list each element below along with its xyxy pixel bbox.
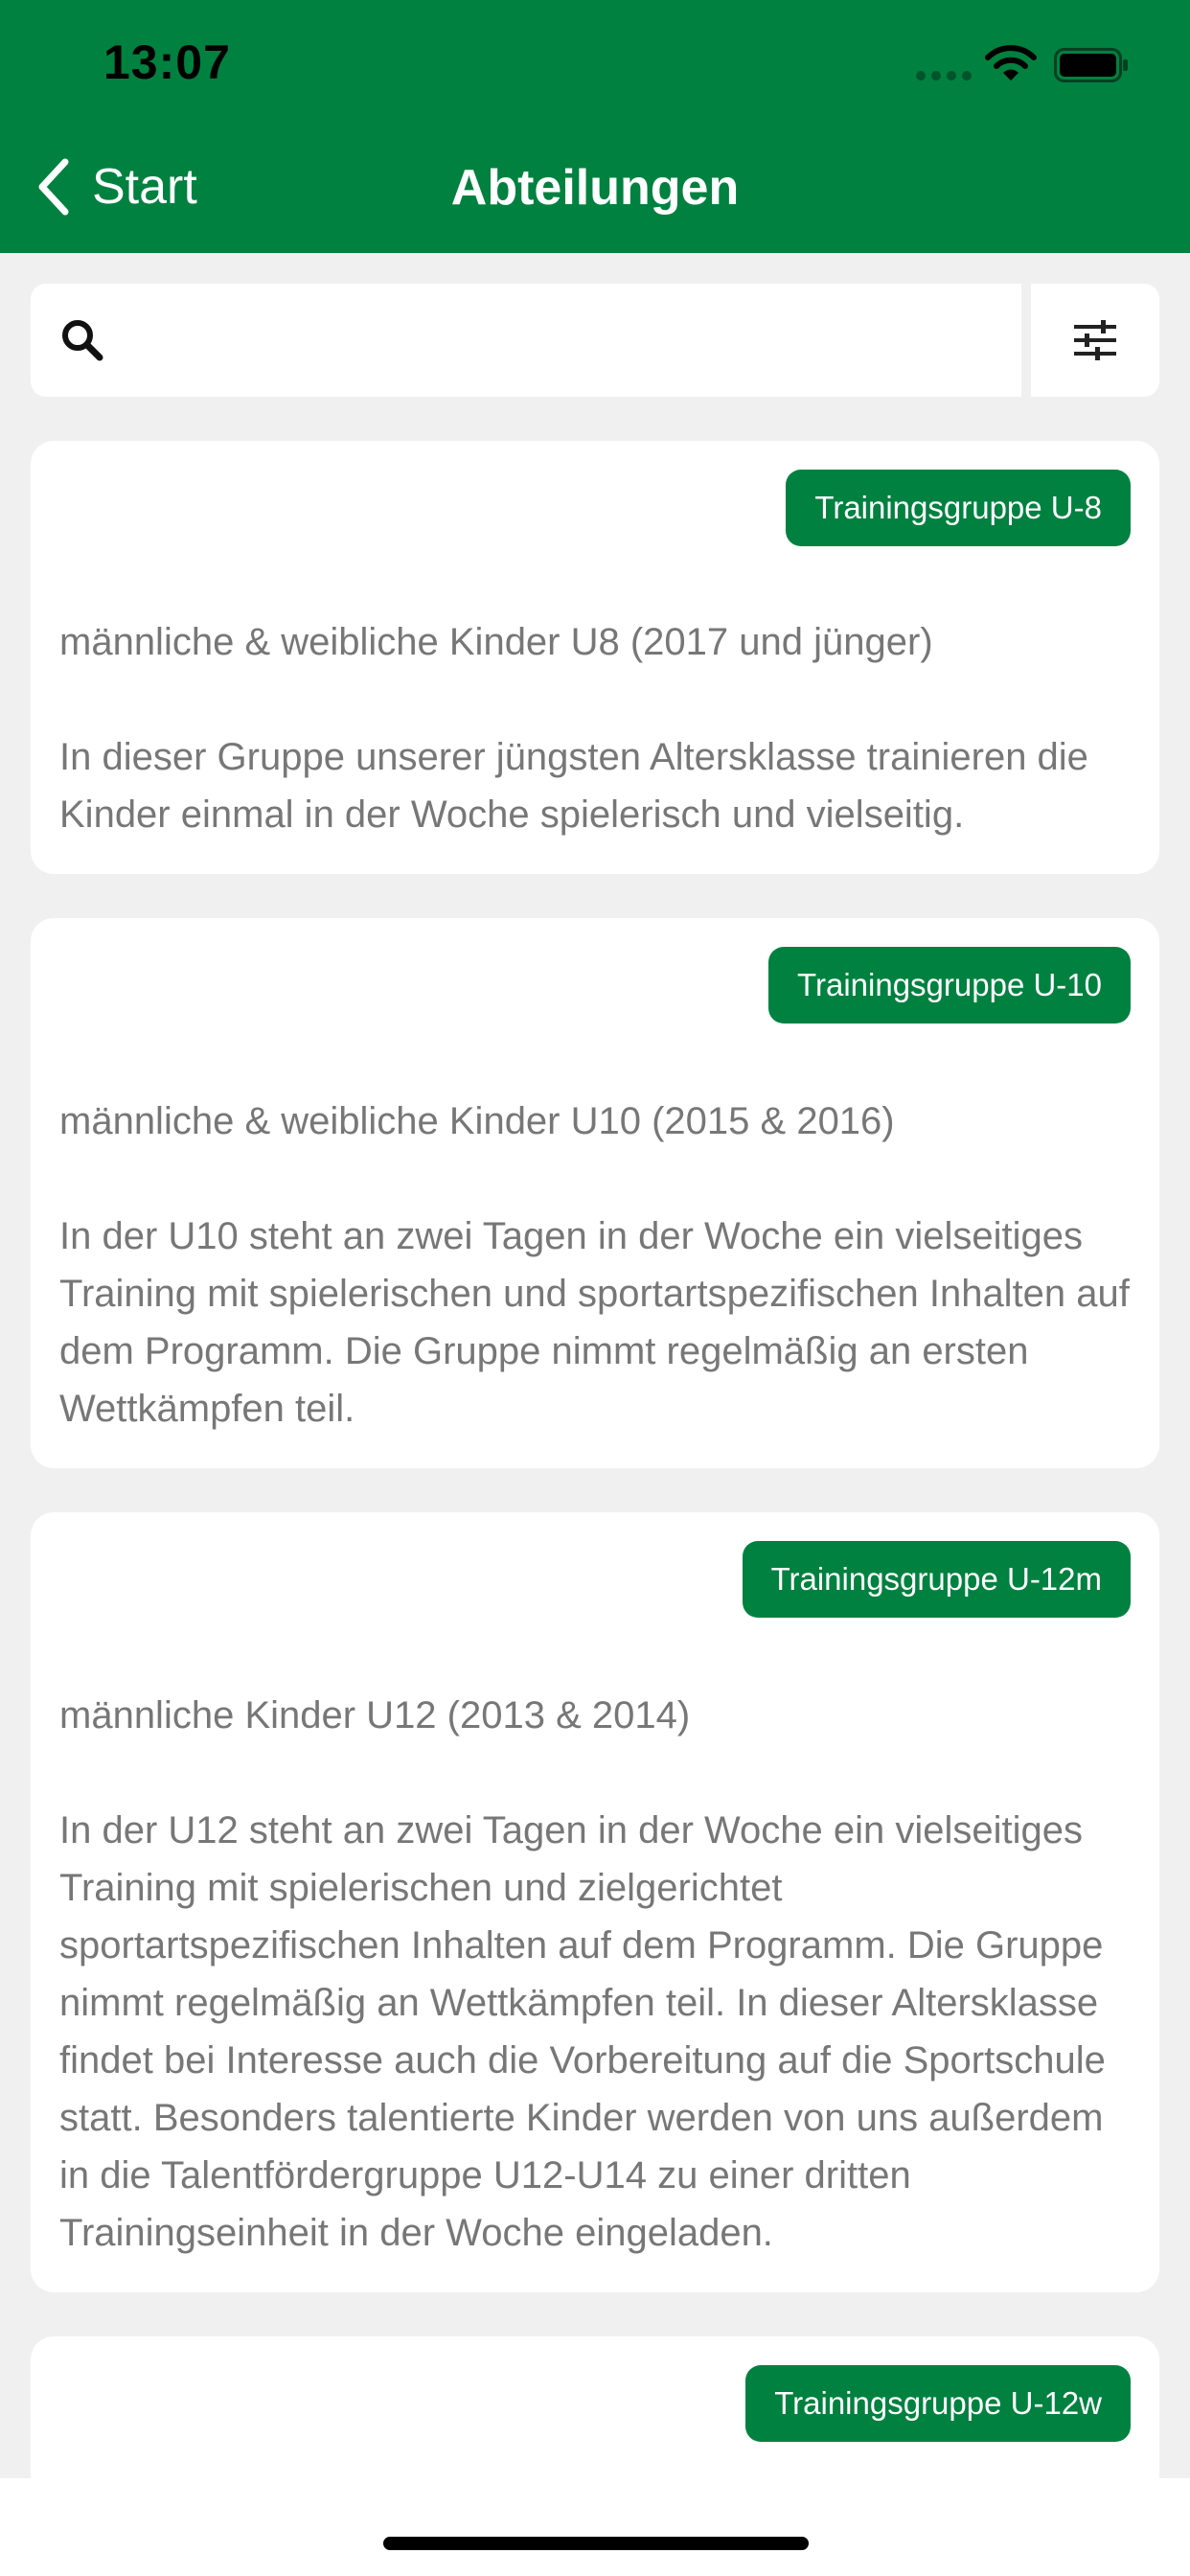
card-description: In der U10 steht an zwei Tagen in der Wo…	[59, 1215, 1130, 1430]
list-item[interactable]: Trainingsgruppe U-8 männliche & weiblich…	[31, 441, 1159, 874]
card-subtitle: männliche & weibliche Kinder U10 (2015 &…	[59, 1100, 895, 1142]
top-bar: 13:07 Start Abteilungen	[0, 0, 1190, 253]
search-input[interactable]	[105, 284, 1021, 397]
list-item[interactable]: Trainingsgruppe U-10 männliche & weiblic…	[31, 918, 1159, 1468]
card-description: In dieser Gruppe unserer jüngsten Alters…	[59, 736, 1088, 836]
search-bar	[31, 284, 1021, 397]
group-badge: Trainingsgruppe U-8	[786, 470, 1131, 546]
home-indicator[interactable]	[383, 2537, 809, 2550]
app-screen: 13:07 Start Abteilungen Trainingsgruppe …	[0, 0, 1190, 2576]
battery-icon	[1054, 48, 1128, 82]
list-item[interactable]: Trainingsgruppe U-12m männliche Kinder U…	[31, 1512, 1159, 2292]
cellular-signal-icon	[916, 71, 972, 80]
sliders-icon	[1074, 320, 1116, 360]
group-badge: Trainingsgruppe U-12m	[742, 1541, 1131, 1618]
wifi-icon	[985, 45, 1037, 80]
group-badge: Trainingsgruppe U-12w	[745, 2365, 1131, 2442]
status-time: 13:07	[103, 35, 231, 89]
card-subtitle: männliche Kinder U12 (2013 & 2014)	[59, 1694, 691, 1736]
card-description: In der U12 steht an zwei Tagen in der Wo…	[59, 1809, 1106, 2254]
search-icon	[62, 320, 103, 361]
group-badge: Trainingsgruppe U-10	[768, 947, 1131, 1024]
card-subtitle: männliche & weibliche Kinder U8 (2017 un…	[59, 621, 933, 663]
page-title: Abteilungen	[450, 160, 740, 216]
home-indicator-area	[0, 2478, 1190, 2576]
filter-button[interactable]	[1031, 284, 1159, 397]
